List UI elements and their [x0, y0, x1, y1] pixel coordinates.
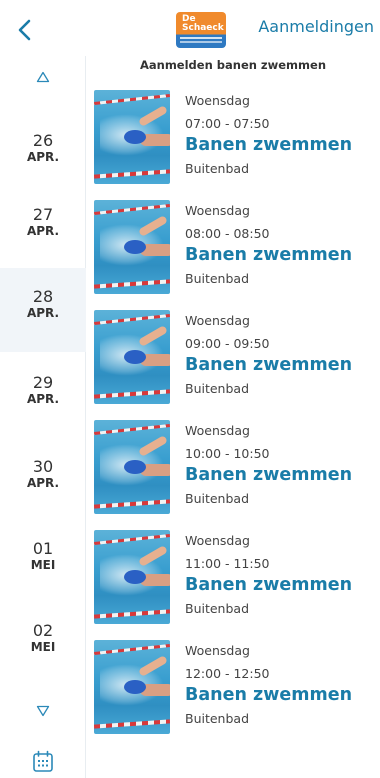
session-activity: Banen zwemmen	[185, 355, 353, 375]
swimmer-image	[94, 420, 170, 514]
session-time: 12:00 - 12:50	[185, 666, 270, 681]
calendar-button[interactable]	[32, 750, 54, 778]
session-time: 08:00 - 08:50	[185, 226, 270, 241]
date-number: 26	[32, 131, 54, 150]
session-activity: Banen zwemmen	[185, 465, 353, 485]
session-card[interactable]: Woensdag 10:00 - 10:50 Banen zwemmen Bui…	[86, 420, 380, 524]
session-day: Woensdag	[185, 533, 250, 548]
app-header: De Schaeck Aanmeldingen	[0, 0, 380, 56]
list-title: Aanmelden banen zwemmen	[139, 58, 327, 72]
session-activity: Banen zwemmen	[185, 685, 353, 705]
session-card[interactable]: Woensdag 09:00 - 09:50 Banen zwemmen Bui…	[86, 310, 380, 414]
triangle-up-icon	[36, 71, 50, 83]
date-item-30[interactable]: 30 APR.	[0, 438, 86, 522]
session-location: Buitenbad	[185, 601, 250, 616]
date-item-29[interactable]: 29 APR.	[0, 354, 86, 438]
date-item-02[interactable]: 02 MEI	[0, 602, 86, 686]
date-number: 29	[32, 373, 54, 392]
date-item-27[interactable]: 27 APR.	[0, 186, 86, 270]
date-month: APR.	[26, 224, 60, 238]
chevron-left-icon	[18, 19, 31, 41]
logo: De Schaeck	[176, 12, 226, 48]
swimmer-image	[94, 640, 170, 734]
session-time: 11:00 - 11:50	[185, 556, 270, 571]
session-card[interactable]: Woensdag 08:00 - 08:50 Banen zwemmen Bui…	[86, 200, 380, 304]
session-day: Woensdag	[185, 313, 250, 328]
session-day: Woensdag	[185, 643, 250, 658]
date-month: APR.	[26, 476, 60, 490]
session-time: 10:00 - 10:50	[185, 446, 270, 461]
date-month: APR.	[26, 306, 60, 320]
date-month: APR.	[26, 150, 60, 164]
date-item-01[interactable]: 01 MEI	[0, 520, 86, 604]
session-location: Buitenbad	[185, 271, 250, 286]
session-card[interactable]: Woensdag 07:00 - 07:50 Banen zwemmen Bui…	[86, 90, 380, 194]
swimmer-image	[94, 90, 170, 184]
date-item-26[interactable]: 26 APR.	[0, 112, 86, 196]
swimmer-image	[94, 310, 170, 404]
date-number: 02	[32, 621, 54, 640]
logo-text-line2: Schaeck	[182, 23, 224, 33]
swimmer-image	[94, 530, 170, 624]
session-activity: Banen zwemmen	[185, 135, 353, 155]
date-month: MEI	[30, 640, 56, 654]
date-item-28-selected[interactable]: 28 APR.	[0, 268, 86, 352]
date-number: 01	[32, 539, 54, 558]
registrations-link[interactable]: Aanmeldingen	[258, 17, 374, 36]
session-card[interactable]: Woensdag 12:00 - 12:50 Banen zwemmen Bui…	[86, 640, 380, 744]
session-day: Woensdag	[185, 93, 250, 108]
date-month: APR.	[26, 392, 60, 406]
session-day: Woensdag	[185, 423, 250, 438]
session-time: 09:00 - 09:50	[185, 336, 270, 351]
session-location: Buitenbad	[185, 161, 250, 176]
session-time: 07:00 - 07:50	[185, 116, 270, 131]
date-number: 27	[32, 205, 54, 224]
session-location: Buitenbad	[185, 711, 250, 726]
swimmer-image	[94, 200, 170, 294]
date-number: 30	[32, 457, 54, 476]
scroll-down-button[interactable]	[36, 702, 50, 721]
session-activity: Banen zwemmen	[185, 245, 353, 265]
date-number: 28	[32, 287, 54, 306]
session-location: Buitenbad	[185, 381, 250, 396]
session-day: Woensdag	[185, 203, 250, 218]
session-activity: Banen zwemmen	[185, 575, 353, 595]
calendar-icon	[33, 750, 53, 772]
date-sidebar: 26 APR. 27 APR. 28 APR. 29 APR. 30 APR. …	[0, 56, 86, 778]
back-button[interactable]	[14, 18, 36, 42]
scroll-up-button[interactable]	[36, 68, 50, 87]
date-month: MEI	[30, 558, 56, 572]
triangle-down-icon	[36, 705, 50, 717]
session-location: Buitenbad	[185, 491, 250, 506]
session-card[interactable]: Woensdag 11:00 - 11:50 Banen zwemmen Bui…	[86, 530, 380, 634]
